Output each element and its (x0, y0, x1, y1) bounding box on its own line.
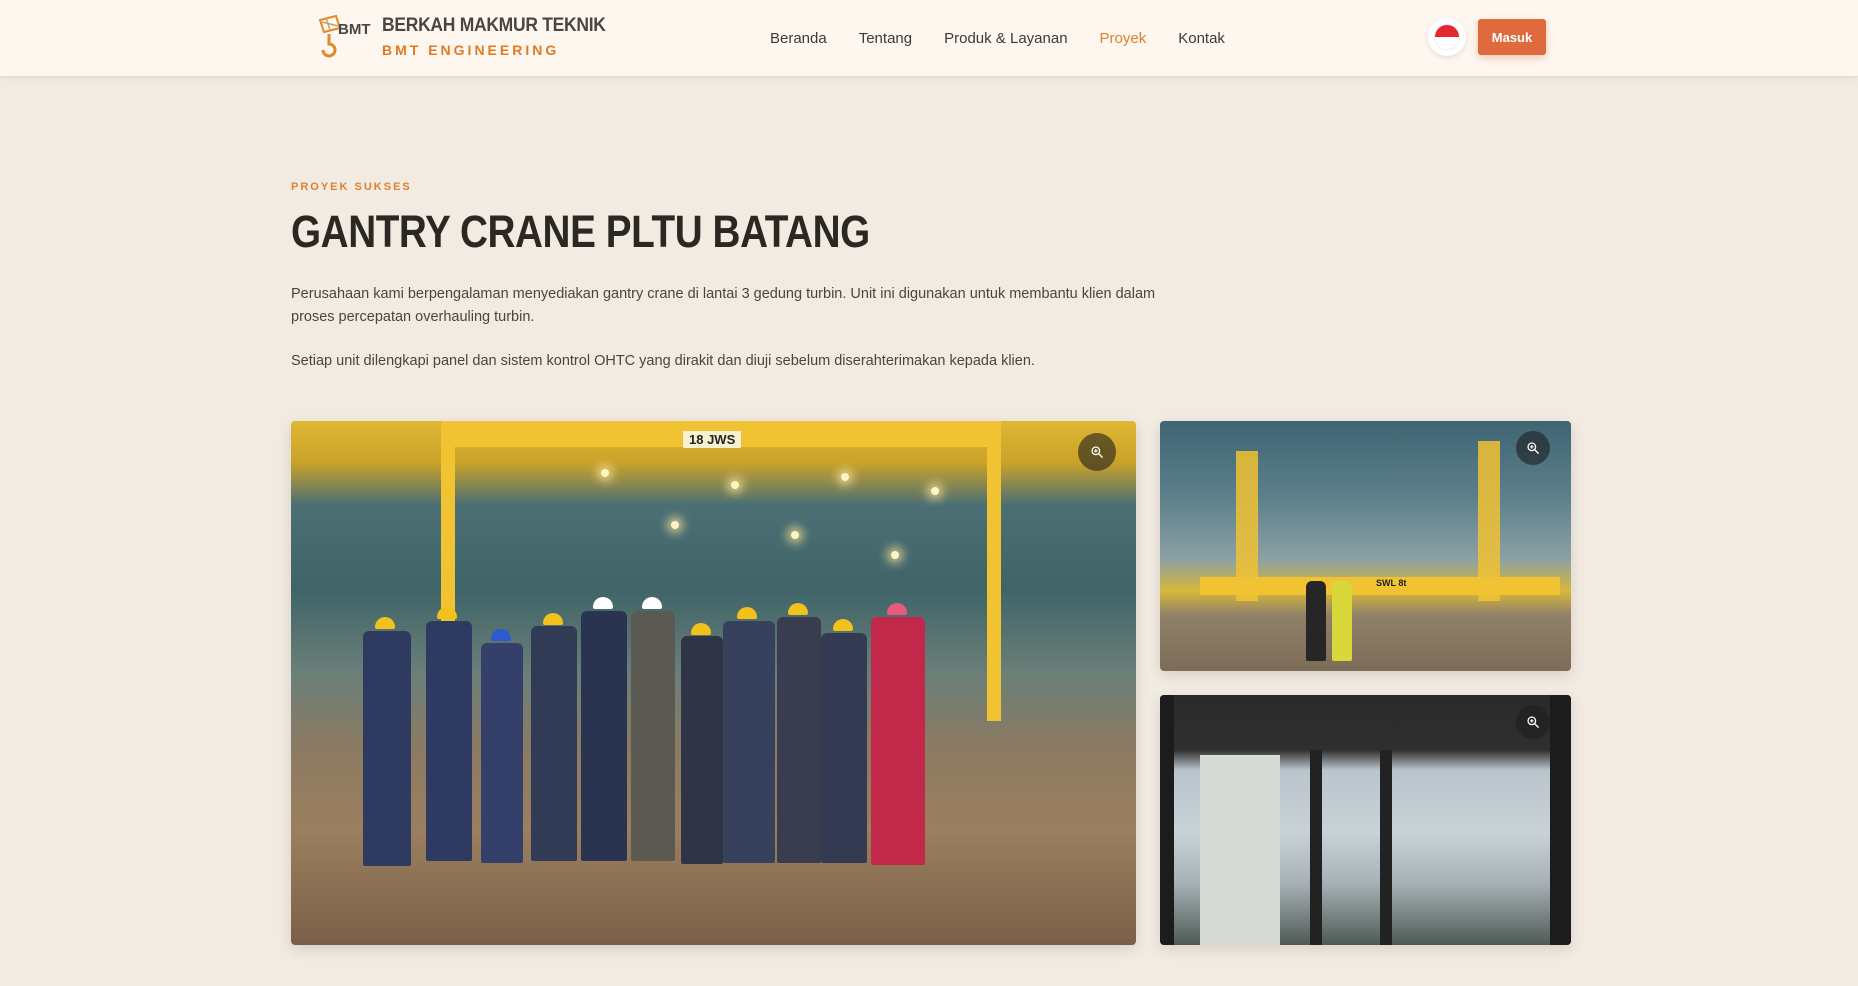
ceiling-lamp (671, 521, 679, 529)
zoom-button[interactable] (1516, 705, 1550, 739)
brand-name: BERKAH MAKMUR TEKNIK (382, 15, 606, 36)
project-description: Perusahaan kami berpengalaman menyediaka… (291, 286, 1156, 325)
steel-frame (1310, 750, 1322, 945)
site-header: BMT BERKAH MAKMUR TEKNIK BMT ENGINEERING… (0, 0, 1858, 77)
project-description-2: Setiap unit dilengkapi panel dan sistem … (291, 353, 1035, 369)
project-photo-main[interactable]: 18 JWS (291, 421, 1136, 945)
swl-label: SWL 8t (1376, 578, 1407, 588)
ceiling-lamp (791, 531, 799, 539)
steel-frame (1380, 750, 1392, 945)
zoom-in-icon (1527, 716, 1539, 728)
zoom-in-icon (1091, 446, 1103, 458)
ceiling-lamp (931, 487, 939, 495)
ceiling-lamp (601, 469, 609, 477)
zoom-button[interactable] (1516, 431, 1550, 465)
building (1200, 755, 1280, 945)
brand-subtitle: BMT ENGINEERING (382, 42, 560, 58)
worker (723, 621, 775, 863)
nav-tentang[interactable]: Tentang (859, 30, 912, 47)
crane-label: 18 JWS (683, 431, 742, 448)
login-button[interactable]: Masuk (1478, 19, 1546, 55)
worker (1332, 581, 1352, 661)
crane-leg-right (987, 421, 1001, 721)
brand-text: BERKAH MAKMUR TEKNIK BMT ENGINEERING (382, 14, 625, 60)
zoom-button[interactable] (1078, 433, 1116, 471)
svg-text:BMT: BMT (338, 21, 371, 38)
language-switcher[interactable] (1428, 18, 1466, 56)
worker (777, 617, 821, 863)
crane-hook-logo-icon: BMT (314, 14, 376, 60)
worker (871, 617, 925, 865)
nav-proyek[interactable]: Proyek (1100, 30, 1147, 47)
ceiling-lamp (841, 473, 849, 481)
brand-logo[interactable]: BMT BERKAH MAKMUR TEKNIK BMT ENGINEERING (314, 14, 625, 60)
worker (1306, 581, 1326, 661)
worker (531, 626, 577, 861)
worker (821, 633, 867, 863)
worker (581, 611, 627, 861)
worker (481, 643, 523, 863)
zoom-in-icon (1527, 442, 1539, 454)
column (1160, 695, 1174, 945)
ceiling-lamp (891, 551, 899, 559)
main-nav: Beranda Tentang Produk & Layanan Proyek … (770, 0, 1225, 77)
worker (426, 621, 472, 861)
page-title: GANTRY CRANE PLTU BATANG (291, 206, 870, 257)
nav-beranda[interactable]: Beranda (770, 30, 827, 47)
nav-produk-layanan[interactable]: Produk & Layanan (944, 30, 1067, 47)
indonesia-flag-icon (1434, 24, 1460, 50)
ceiling-lamp (731, 481, 739, 489)
worker (631, 611, 675, 861)
worker (681, 636, 723, 864)
project-photo-side-2[interactable] (1160, 695, 1571, 945)
project-photo-side-1[interactable]: SWL 8t (1160, 421, 1571, 671)
section-eyebrow: PROYEK SUKSES (291, 181, 412, 193)
column (1550, 695, 1571, 945)
worker (363, 631, 411, 866)
nav-kontak[interactable]: Kontak (1178, 30, 1225, 47)
